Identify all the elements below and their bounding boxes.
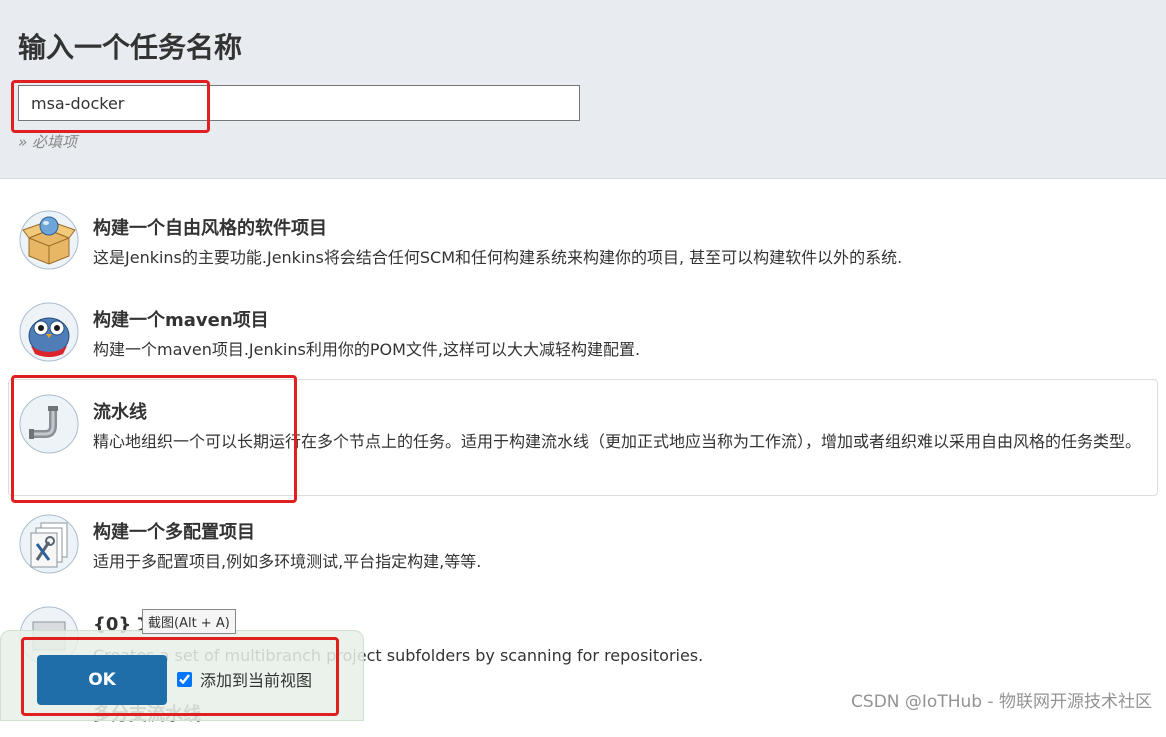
job-type-freestyle[interactable]: 构建一个自由风格的软件项目 这是Jenkins的主要功能.Jenkins将会结合…	[8, 205, 1158, 287]
ok-button[interactable]: OK	[37, 655, 167, 705]
item-title-multi-config: 构建一个多配置项目	[93, 522, 255, 543]
maven-owl-icon	[19, 302, 79, 362]
watermark-text: CSDN @IoTHub - 物联网开源技术社区	[851, 692, 1152, 712]
add-to-view-checkbox[interactable]	[177, 671, 192, 687]
job-type-maven[interactable]: 构建一个maven项目 构建一个maven项目.Jenkins利用你的POM文件…	[8, 297, 1158, 379]
job-type-pipeline[interactable]: 流水线 精心地组织一个可以长期运行在多个节点上的任务。适用于构建流水线（更加正式…	[8, 379, 1158, 496]
item-name-input[interactable]	[18, 85, 580, 121]
add-to-view-label: 添加到当前视图	[200, 671, 313, 690]
add-to-view-option[interactable]: 添加到当前视图	[177, 667, 312, 691]
item-desc-freestyle: 这是Jenkins的主要功能.Jenkins将会结合任何SCM和任何构建系统来构…	[93, 248, 903, 267]
header-section: 输入一个任务名称 » 必填项	[0, 0, 1166, 179]
item-title-pipeline: 流水线	[93, 402, 147, 423]
required-note: » 必填项	[18, 133, 78, 151]
item-desc-multi-config: 适用于多配置项目,例如多环境测试,平台指定构建,等等.	[93, 552, 482, 571]
pipeline-icon	[19, 394, 79, 454]
multi-config-icon	[19, 514, 79, 574]
job-type-multi-config[interactable]: 构建一个多配置项目 适用于多配置项目,例如多环境测试,平台指定构建,等等.	[8, 509, 1158, 591]
item-title-maven: 构建一个maven项目	[93, 310, 269, 331]
screenshot-tooltip: 截图(Alt + A)	[142, 609, 236, 634]
item-title-freestyle: 构建一个自由风格的软件项目	[93, 218, 327, 239]
freestyle-box-icon	[19, 210, 79, 270]
page-title: 输入一个任务名称	[18, 31, 243, 64]
item-desc-pipeline: 精心地组织一个可以长期运行在多个节点上的任务。适用于构建流水线（更加正式地应当称…	[93, 432, 1142, 451]
item-desc-maven: 构建一个maven项目.Jenkins利用你的POM文件,这样可以大大减轻构建配…	[93, 340, 641, 359]
